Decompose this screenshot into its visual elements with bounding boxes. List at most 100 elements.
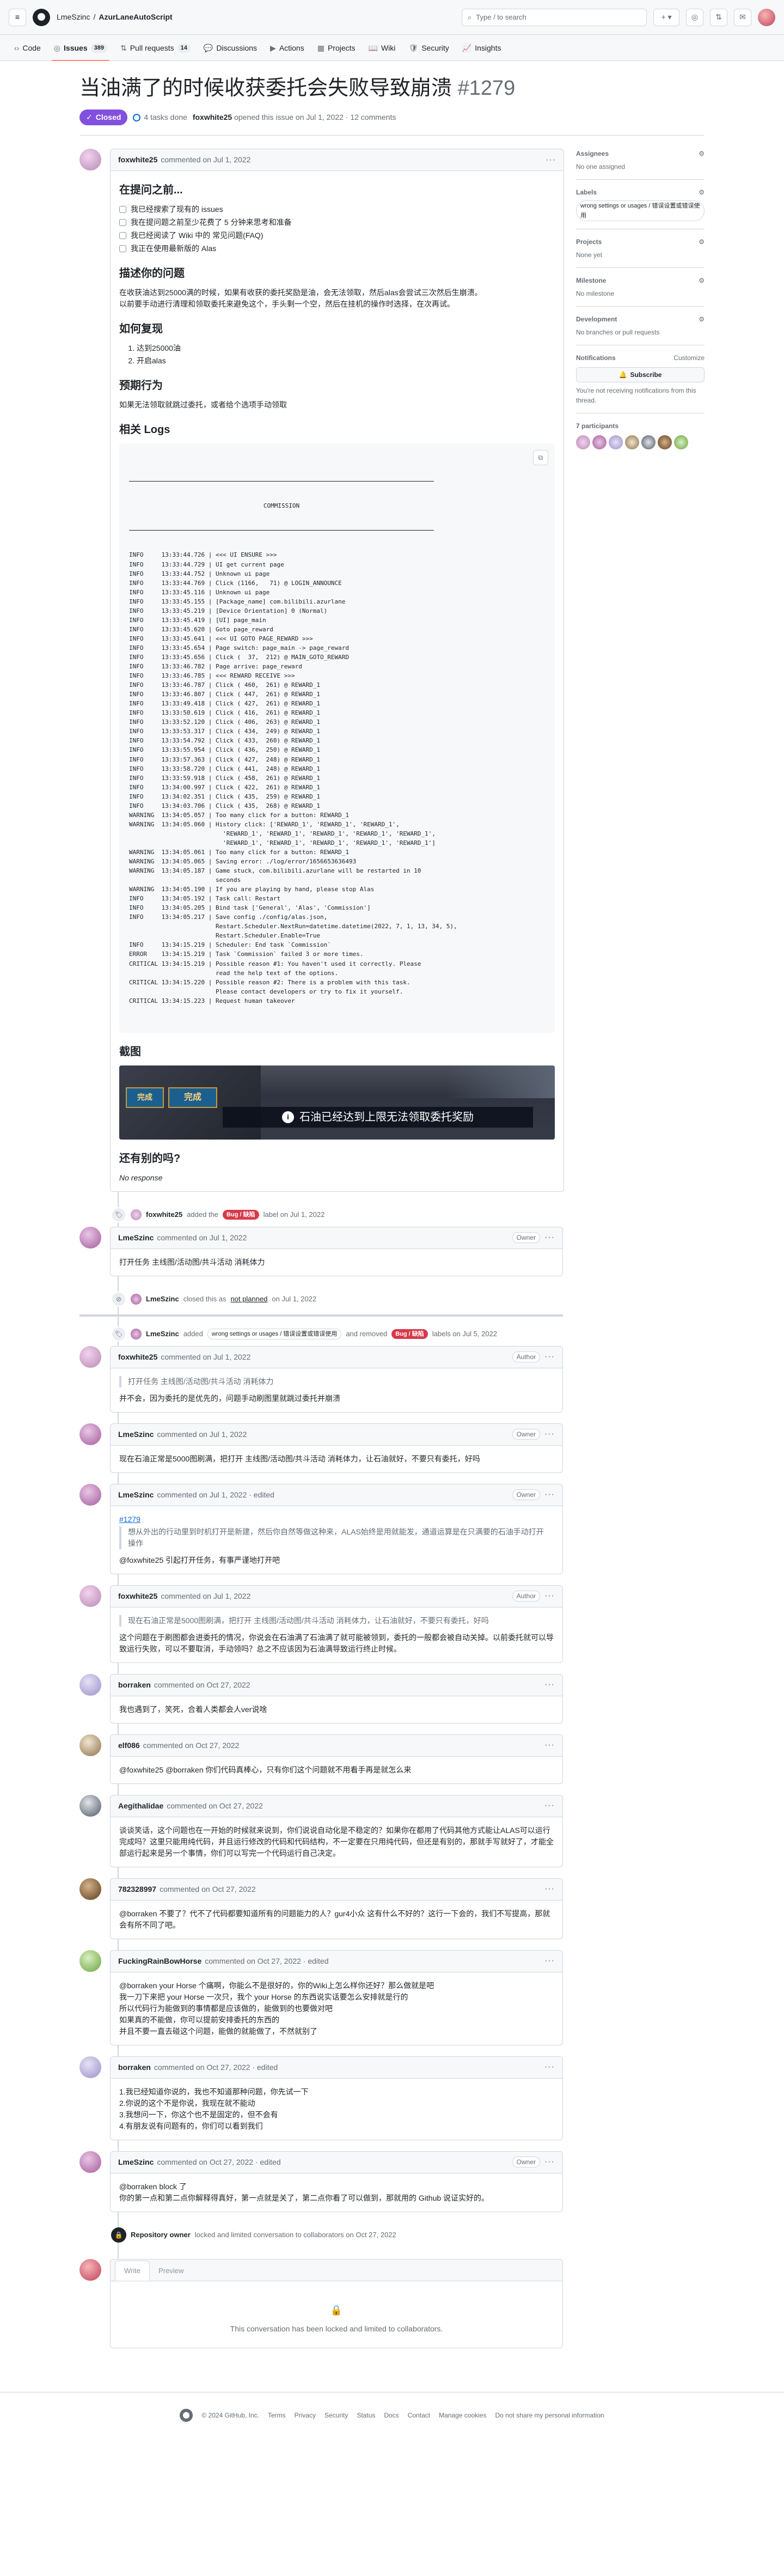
- footer-link[interactable]: Terms: [268, 2410, 286, 2420]
- comment-author[interactable]: 782328997: [118, 1884, 156, 1895]
- avatar[interactable]: [131, 1293, 142, 1305]
- gear-icon[interactable]: ⚙: [699, 237, 705, 247]
- tab-security[interactable]: 🛡 Security: [403, 42, 454, 60]
- footer-link[interactable]: Do not share my personal information: [495, 2410, 604, 2420]
- avatar[interactable]: [79, 1734, 101, 1756]
- avatar[interactable]: [79, 1585, 101, 1607]
- comment-author[interactable]: borraken: [118, 2062, 151, 2073]
- avatar[interactable]: [674, 435, 688, 449]
- projects-heading[interactable]: Projects: [576, 237, 602, 247]
- gear-icon[interactable]: ⚙: [699, 187, 705, 197]
- owner-link[interactable]: LmeSzinc: [57, 11, 90, 23]
- comment-author[interactable]: LmeSzinc: [118, 1429, 154, 1440]
- comment-author[interactable]: Aegithalidae: [118, 1800, 163, 1812]
- avatar[interactable]: [79, 149, 101, 170]
- more-options-icon[interactable]: ···: [544, 2061, 555, 2074]
- avatar[interactable]: [79, 2258, 101, 2281]
- avatar[interactable]: [641, 435, 656, 449]
- more-options-icon[interactable]: ···: [544, 2155, 555, 2169]
- avatar[interactable]: [79, 1794, 101, 1817]
- comment-author[interactable]: foxwhite25: [118, 154, 157, 166]
- tab-preview[interactable]: Preview: [150, 2261, 192, 2281]
- label-bug[interactable]: Bug / 缺陷: [391, 1329, 428, 1339]
- label-bug[interactable]: Bug / 缺陷: [223, 1209, 259, 1220]
- github-logo-icon[interactable]: [33, 8, 50, 26]
- comment-author[interactable]: borraken: [118, 1679, 151, 1691]
- avatar[interactable]: [79, 1950, 101, 1972]
- more-options-icon[interactable]: ···: [544, 1954, 555, 1968]
- avatar[interactable]: [576, 435, 590, 449]
- more-options-icon[interactable]: ···: [544, 1883, 555, 1896]
- more-options-icon[interactable]: ···: [544, 1590, 555, 1603]
- checkbox[interactable]: [119, 219, 126, 226]
- avatar[interactable]: [79, 1345, 101, 1368]
- avatar[interactable]: [131, 1209, 142, 1220]
- tab-actions[interactable]: ▶ Actions: [265, 42, 310, 60]
- more-options-icon[interactable]: ···: [546, 154, 556, 167]
- labels-heading[interactable]: Labels: [576, 187, 597, 197]
- label-settings[interactable]: wrong settings or usages / 错误设置或错误使用: [576, 200, 705, 221]
- more-options-icon[interactable]: ···: [544, 1231, 555, 1244]
- more-options-icon[interactable]: ···: [544, 1678, 555, 1691]
- user-avatar[interactable]: [758, 8, 775, 26]
- subscribe-button[interactable]: 🔔 Subscribe: [576, 367, 705, 382]
- footer-link[interactable]: Docs: [384, 2410, 399, 2420]
- footer-link[interactable]: Contact: [408, 2410, 430, 2420]
- create-new-button[interactable]: + ▾: [653, 8, 679, 26]
- tab-issues[interactable]: ◎ Issues 389: [48, 42, 113, 61]
- comment-author[interactable]: elf086: [118, 1740, 140, 1751]
- footer-link[interactable]: Privacy: [295, 2410, 316, 2420]
- not-planned-link[interactable]: not planned: [230, 1294, 267, 1305]
- tab-code[interactable]: ‹› Code: [9, 42, 46, 60]
- avatar[interactable]: [79, 1483, 101, 1506]
- checkbox[interactable]: [119, 245, 126, 252]
- repo-link[interactable]: AzurLaneAutoScript: [99, 11, 172, 23]
- more-options-icon[interactable]: ···: [544, 1350, 555, 1363]
- checkbox[interactable]: [119, 232, 126, 239]
- avatar[interactable]: [79, 1878, 101, 1900]
- inbox-icon[interactable]: ✉: [734, 8, 751, 26]
- footer-link[interactable]: Status: [357, 2410, 375, 2420]
- footer-link[interactable]: Manage cookies: [439, 2410, 486, 2420]
- avatar[interactable]: [592, 435, 607, 449]
- tab-discussions[interactable]: 💬 Discussions: [198, 42, 262, 60]
- tab-insights[interactable]: 📈 Insights: [457, 42, 507, 60]
- more-options-icon[interactable]: ···: [544, 1739, 555, 1752]
- gear-icon[interactable]: ⚙: [699, 149, 705, 159]
- copy-icon[interactable]: ⧉: [533, 450, 548, 465]
- github-logo-icon[interactable]: [180, 2408, 193, 2422]
- tab-projects[interactable]: ▦ Projects: [312, 42, 361, 60]
- customize-link[interactable]: Customize: [673, 353, 705, 363]
- issue-author[interactable]: foxwhite25: [193, 113, 232, 121]
- tab-wiki[interactable]: 📖 Wiki: [363, 42, 401, 60]
- gear-icon[interactable]: ⚙: [699, 276, 705, 285]
- label-settings[interactable]: wrong settings or usages / 错误设置或错误使用: [207, 1328, 342, 1339]
- comment-author[interactable]: FuckingRainBowHorse: [118, 1956, 201, 1967]
- pull-requests-icon[interactable]: ⇅: [710, 8, 727, 26]
- milestone-heading[interactable]: Milestone: [576, 276, 606, 285]
- issue-link[interactable]: #1279: [119, 1515, 140, 1524]
- issues-icon[interactable]: ◎: [686, 8, 703, 26]
- footer-link[interactable]: Security: [324, 2410, 348, 2420]
- comment-author[interactable]: LmeSzinc: [118, 1489, 154, 1501]
- avatar[interactable]: [79, 1673, 101, 1696]
- comment-author[interactable]: foxwhite25: [118, 1351, 157, 1363]
- search-input[interactable]: ⌕ Type / to search: [462, 8, 647, 26]
- development-heading[interactable]: Development: [576, 314, 617, 324]
- avatar[interactable]: [79, 1423, 101, 1445]
- checkbox[interactable]: [119, 206, 126, 213]
- avatar[interactable]: [79, 2151, 101, 2173]
- menu-icon[interactable]: ≡: [9, 8, 26, 26]
- avatar[interactable]: [609, 435, 623, 449]
- gear-icon[interactable]: ⚙: [699, 314, 705, 324]
- assignees-heading[interactable]: Assignees: [576, 149, 609, 159]
- avatar[interactable]: [625, 435, 639, 449]
- avatar[interactable]: [79, 1226, 101, 1249]
- tab-pull-requests[interactable]: ⇅ Pull requests 14: [115, 42, 196, 60]
- comment-author[interactable]: foxwhite25: [118, 1591, 157, 1602]
- more-options-icon[interactable]: ···: [544, 1428, 555, 1441]
- avatar[interactable]: [79, 2056, 101, 2078]
- more-options-icon[interactable]: ···: [544, 1488, 555, 1501]
- comment-author[interactable]: LmeSzinc: [118, 2157, 154, 2168]
- avatar[interactable]: [131, 1328, 142, 1339]
